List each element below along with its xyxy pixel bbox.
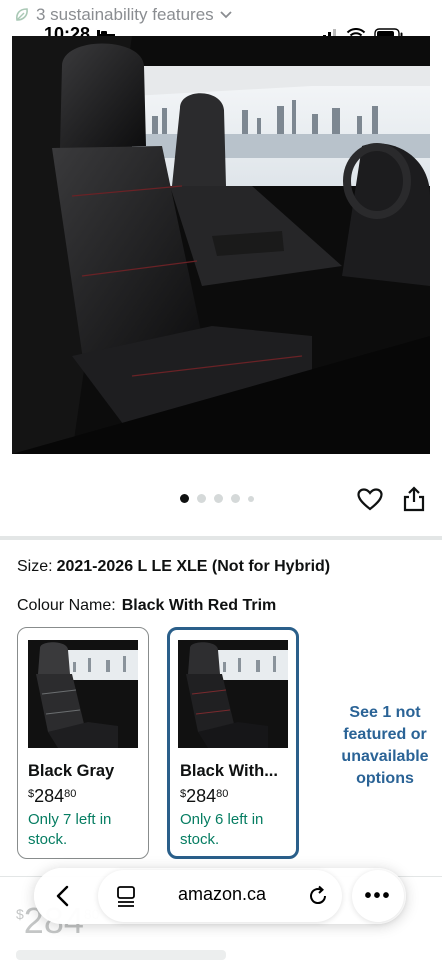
price-whole: 284	[186, 786, 217, 806]
more-options-button[interactable]: •••	[352, 870, 404, 922]
image-pager[interactable]	[180, 494, 254, 503]
colour-option-card[interactable]: Black Gray $28480 Only 7 left in stock.	[17, 627, 149, 859]
product-image[interactable]	[12, 36, 430, 454]
tabs-icon[interactable]	[116, 884, 136, 908]
option-thumbnail	[178, 640, 288, 748]
colour-row: Colour Name: Black With Red Trim	[17, 597, 276, 615]
option-price: $28480	[180, 786, 228, 807]
colour-label: Colour Name:	[17, 597, 116, 614]
size-row: Size: 2021-2026 L LE XLE (Not for Hybrid)	[17, 558, 330, 576]
pager-dot[interactable]	[214, 494, 223, 503]
section-divider	[0, 536, 442, 540]
pager-dot[interactable]	[231, 494, 240, 503]
back-icon[interactable]	[46, 878, 82, 914]
price-currency: $	[16, 906, 24, 922]
price-fraction: 80	[64, 788, 77, 800]
colour-option-card-selected[interactable]: Black With... $28480 Only 6 left in stoc…	[167, 627, 299, 859]
pager-dot[interactable]	[197, 494, 206, 503]
pager-dot[interactable]	[248, 495, 254, 502]
option-title: Black With...	[180, 762, 278, 780]
size-value: 2021-2026 L LE XLE (Not for Hybrid)	[56, 558, 331, 575]
option-price: $28480	[28, 786, 76, 807]
url-text[interactable]: amazon.ca	[150, 884, 294, 905]
sustainability-text: 3 sustainability features	[36, 5, 214, 24]
price-whole: 284	[34, 786, 65, 806]
reload-icon[interactable]	[306, 884, 330, 908]
colour-value: Black With Red Trim	[121, 597, 277, 614]
option-title: Black Gray	[28, 762, 115, 780]
share-icon[interactable]	[402, 486, 426, 512]
heart-icon[interactable]	[357, 488, 383, 512]
chevron-down-icon	[220, 11, 232, 19]
faded-text-line	[16, 950, 226, 960]
option-thumbnail	[28, 640, 138, 748]
pager-dot[interactable]	[180, 494, 189, 503]
size-label: Size:	[17, 558, 53, 575]
see-more-options-link[interactable]: See 1 not featured or unavailable option…	[330, 702, 440, 790]
leaf-icon	[16, 8, 28, 21]
price-currency: $	[180, 788, 187, 800]
price-fraction: 80	[216, 788, 229, 800]
price-currency: $	[28, 788, 35, 800]
more-options-label: •••	[364, 884, 392, 907]
sustainability-banner[interactable]: 3 sustainability features	[14, 4, 232, 26]
stock-status: Only 7 left in stock.	[28, 811, 112, 848]
stock-status: Only 6 left in stock.	[180, 811, 264, 848]
